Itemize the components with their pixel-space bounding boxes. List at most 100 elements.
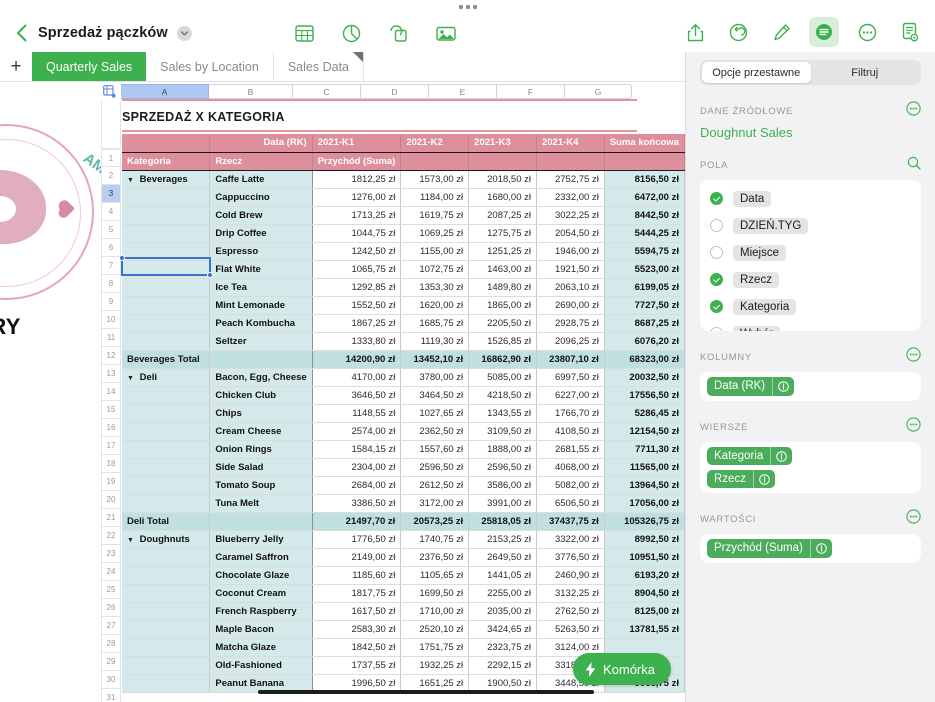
field-checkbox-icon[interactable] — [710, 219, 723, 232]
pivot-row-total-cell[interactable]: 6199,05 zł — [603, 278, 685, 297]
back-button[interactable] — [6, 24, 36, 42]
row-header-30[interactable]: 30 — [101, 671, 121, 689]
insert-chart-button[interactable] — [337, 18, 367, 48]
sheet-canvas[interactable]: AMS NUTS SAVORY NUTS Y SALES A B C D E — [0, 82, 685, 702]
row-header-21[interactable]: 21 — [101, 509, 121, 527]
pivot-value-cell[interactable]: 2205,50 zł — [468, 314, 537, 333]
pivot-item-cell[interactable]: Peach Kombucha — [209, 314, 313, 333]
pivot-value-cell[interactable]: 1812,25 zł — [312, 170, 402, 189]
row-header-18[interactable]: 18 — [101, 455, 121, 473]
pivot-row-total-cell[interactable]: 6472,00 zł — [603, 188, 685, 207]
pivot-row-total-cell[interactable]: 8156,50 zł — [603, 170, 685, 189]
pivot-value-cell[interactable]: 1740,75 zł — [400, 530, 470, 549]
pivot-value-cell[interactable]: 1932,25 zł — [400, 656, 470, 675]
pivot-value-cell[interactable]: 2292,15 zł — [468, 656, 537, 675]
pivot-subheader-cell[interactable] — [604, 152, 685, 171]
pivot-value-cell[interactable]: 2149,00 zł — [312, 548, 402, 567]
pivot-row-total-cell[interactable]: 20032,50 zł — [603, 368, 685, 387]
add-sheet-button[interactable]: + — [0, 52, 32, 81]
field-row-data[interactable]: Data — [700, 185, 921, 212]
field-checkbox-icon[interactable] — [710, 300, 723, 313]
pivot-data-row[interactable]: Seltzer 1333,80 zł 1119,30 zł 1526,85 zł 209… — [122, 332, 685, 351]
pivot-item-cell[interactable]: Coconut Cream — [209, 584, 313, 603]
pivot-value-cell[interactable]: 3586,00 zł — [468, 476, 537, 495]
pivot-value-cell[interactable]: 6227,00 zł — [536, 386, 605, 405]
pivot-row-total-cell[interactable]: 5523,00 zł — [603, 260, 685, 279]
pivot-category-cell[interactable] — [122, 638, 211, 657]
rows-dropzone[interactable]: Kategoria Rzecz — [700, 442, 921, 493]
pivot-category-cell[interactable] — [122, 206, 211, 225]
pivot-value-cell[interactable]: 5263,50 zł — [536, 620, 605, 639]
pivot-category-cell[interactable] — [122, 674, 211, 693]
fields-search-button[interactable] — [907, 156, 921, 175]
pivot-value-cell[interactable]: 1526,85 zł — [468, 332, 537, 351]
horizontal-scrollbar[interactable] — [258, 690, 594, 694]
pivot-value-cell[interactable]: 6506,50 zł — [536, 494, 605, 513]
pivot-category-cell[interactable] — [122, 296, 211, 315]
row-header-23[interactable]: 23 — [101, 545, 121, 563]
pivot-value-cell[interactable]: 4170,00 zł — [312, 368, 402, 387]
pivot-data-row[interactable]: Chocolate Glaze 1185,60 zł 1105,65 zł 1441,… — [122, 566, 685, 585]
pivot-table[interactable]: Data (RK) 2021-K1 2021-K2 2021-K3 2021-K4 Sum… — [122, 134, 685, 693]
row-header-9[interactable]: 9 — [101, 293, 121, 311]
pivot-value-cell[interactable]: 1463,00 zł — [468, 260, 537, 279]
row-header-4[interactable]: 4 — [101, 203, 121, 221]
pivot-row-total-cell[interactable]: 13964,50 zł — [603, 476, 685, 495]
segment-pivot-options[interactable]: Opcje przestawne — [702, 62, 811, 83]
pivot-value-cell[interactable]: 2063,10 zł — [536, 278, 605, 297]
more-button[interactable] — [852, 17, 882, 47]
pivot-row-total-cell[interactable]: 11565,00 zł — [603, 458, 685, 477]
pivot-item-cell[interactable]: Ice Tea — [209, 278, 313, 297]
pivot-category-cell[interactable] — [122, 314, 211, 333]
pivot-row-total-cell[interactable]: 12154,50 zł — [603, 422, 685, 441]
row-header-5[interactable]: 5 — [101, 221, 121, 239]
pivot-value-cell[interactable]: 1946,00 zł — [536, 242, 605, 261]
pivot-item-cell[interactable]: Chips — [209, 404, 313, 423]
pivot-row-total-cell[interactable]: 5286,45 zł — [603, 404, 685, 423]
pivot-value-cell[interactable]: 2752,75 zł — [536, 170, 605, 189]
pivot-subheader-cell[interactable] — [536, 152, 605, 171]
pivot-row-total-cell[interactable]: 5444,25 zł — [603, 224, 685, 243]
pivot-value-cell[interactable]: 1867,25 zł — [312, 314, 402, 333]
pivot-value-cell[interactable]: 3464,50 zł — [400, 386, 470, 405]
pivot-item-cell[interactable]: Side Salad — [209, 458, 313, 477]
field-row-kategoria[interactable]: Kategoria — [700, 293, 921, 320]
pivot-category-cell[interactable] — [122, 458, 211, 477]
pivot-category-cell[interactable] — [122, 278, 211, 297]
pivot-item-cell[interactable]: Old-Fashioned — [209, 656, 313, 675]
pivot-value-cell[interactable]: 1584,15 zł — [312, 440, 402, 459]
pivot-header-cell[interactable]: 2021-K2 — [400, 134, 470, 153]
source-data-more-button[interactable] — [906, 101, 921, 121]
pivot-row-total-cell[interactable]: 8687,25 zł — [603, 314, 685, 333]
pivot-category-cell[interactable] — [122, 494, 211, 513]
pivot-value-cell[interactable]: 2054,50 zł — [536, 224, 605, 243]
pivot-value-cell[interactable]: 2096,25 zł — [536, 332, 605, 351]
pivot-data-row[interactable]: Peach Kombucha 1867,25 zł 1685,75 zł 2205,5… — [122, 314, 685, 333]
pivot-value-cell[interactable]: 1343,55 zł — [468, 404, 537, 423]
pivot-header-cell[interactable]: 2021-K4 — [536, 134, 605, 153]
pivot-item-cell[interactable]: Drip Coffee — [209, 224, 313, 243]
field-row-dzie-tyg[interactable]: DZIEŃ.TYG — [700, 212, 921, 239]
pivot-value-cell[interactable]: 1573,00 zł — [400, 170, 470, 189]
pivot-value-cell[interactable]: 2332,00 zł — [536, 188, 605, 207]
pivot-category-cell[interactable] — [122, 242, 211, 261]
pivot-value-cell[interactable]: 1620,00 zł — [400, 296, 470, 315]
pivot-category-cell[interactable] — [122, 584, 211, 603]
pivot-value-cell[interactable]: 2690,00 zł — [536, 296, 605, 315]
info-icon[interactable] — [752, 470, 775, 488]
pivot-category-cell[interactable] — [122, 440, 211, 459]
pivot-data-row[interactable]: ▼ Beverages Caffe Latte 1812,25 zł 1573,00 … — [122, 170, 685, 189]
select-all-button[interactable] — [101, 84, 118, 99]
pivot-category-cell[interactable] — [122, 224, 211, 243]
cell-format-fab[interactable]: Komórka — [572, 653, 671, 685]
pivot-value-cell[interactable]: 2596,50 zł — [400, 458, 470, 477]
field-checkbox-icon[interactable] — [710, 192, 723, 205]
pivot-item-cell[interactable]: Cream Cheese — [209, 422, 313, 441]
pivot-header-cell[interactable]: 2021-K1 — [312, 134, 402, 153]
row-header-19[interactable]: 19 — [101, 473, 121, 491]
pivot-data-row[interactable]: Chips 1148,55 zł 1027,65 zł 1343,55 zł 1766,… — [122, 404, 685, 423]
field-checkbox-icon[interactable] — [710, 246, 723, 259]
pivot-value-cell[interactable]: 1441,05 zł — [468, 566, 537, 585]
format-button[interactable] — [766, 17, 796, 47]
pivot-data-row[interactable]: Espresso 1242,50 zł 1155,00 zł 1251,25 zł 19… — [122, 242, 685, 261]
